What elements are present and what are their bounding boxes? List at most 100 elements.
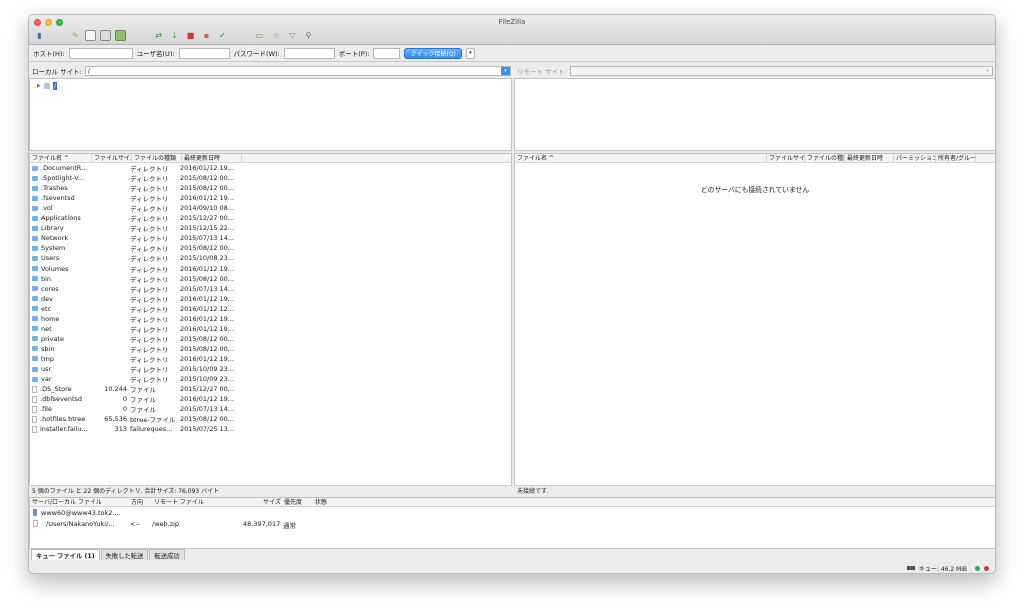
host-input[interactable] <box>68 47 133 59</box>
queue-server-row[interactable]: www60@www43.tok2.... <box>30 508 995 518</box>
table-row[interactable]: net ディレクトリ 2016/01/12 19... <box>30 324 511 334</box>
row-name: .vol <box>41 204 53 213</box>
cancel-icon[interactable]: ■ <box>185 30 196 41</box>
table-row[interactable]: installer.failu... 313 failureques... 2015/… <box>30 424 511 434</box>
disclosure-triangle-icon[interactable]: ▶ <box>37 83 41 89</box>
local-site-path[interactable]: / ▾ <box>84 66 511 76</box>
remote-tree[interactable] <box>514 78 995 151</box>
table-row[interactable]: var ディレクトリ 2015/10/09 23... <box>30 374 511 384</box>
column-filename[interactable]: ファイル名 ^ <box>30 153 92 163</box>
column-owner[interactable]: 所有者/グループ <box>936 153 976 163</box>
file-icon <box>32 425 37 433</box>
column-filesize[interactable]: ファイルサイズ <box>92 153 132 163</box>
remote-tree-icon[interactable] <box>100 30 111 41</box>
column-modified[interactable]: 最終更新日時 <box>845 153 894 163</box>
tab-successful-transfers[interactable]: 転送成功 <box>149 549 185 560</box>
filter-icon[interactable]: ▭ <box>254 30 265 41</box>
search-icon[interactable]: ⚲ <box>303 30 314 41</box>
table-row[interactable]: .vol ディレクトリ 2014/09/10 08... <box>30 203 511 213</box>
queue-icon[interactable] <box>115 30 126 41</box>
queue-tabs: キュー ファイル (1) 失敗した転送 転送成功 <box>31 549 186 561</box>
file-icon <box>33 520 38 527</box>
table-row[interactable]: private ディレクトリ 2015/08/12 00... <box>30 334 511 344</box>
column-server-local[interactable]: サーバ/ローカル ファイル <box>32 498 102 507</box>
port-input[interactable] <box>373 47 401 59</box>
row-date: 2015/12/27 00... <box>180 214 234 223</box>
tree-item-root[interactable]: ▶ / <box>37 82 58 90</box>
refresh-icon[interactable]: ⇄ <box>153 30 164 41</box>
table-row[interactable]: Applications ディレクトリ 2015/12/27 00... <box>30 213 511 223</box>
site-manager-icon[interactable]: ▮ <box>34 30 45 41</box>
process-queue-icon[interactable]: ↓ <box>169 30 180 41</box>
queue-file-row[interactable]: /Users/NakanoYuki/... <-- /web.zip 48,39… <box>30 519 995 530</box>
table-row[interactable]: .hotfiles.btree 65,536 btree-ファイル 2015/08/1… <box>30 414 511 424</box>
table-row[interactable]: Library ディレクトリ 2015/12/15 22... <box>30 223 511 233</box>
table-row[interactable]: .fseventsd ディレクトリ 2016/01/12 19... <box>30 193 511 203</box>
queue-header: サーバ/ローカル ファイル 方向 リモート ファイル サイズ 優先度 状態 <box>30 498 995 507</box>
row-date: 2015/07/25 13... <box>180 425 234 434</box>
column-filetype[interactable]: ファイルの種類 <box>805 153 845 163</box>
column-filetype[interactable]: ファイルの種類 <box>132 153 182 163</box>
table-row[interactable]: usr ディレクトリ 2015/10/09 23... <box>30 364 511 374</box>
password-input[interactable] <box>283 47 335 59</box>
remote-file-list[interactable]: ファイル名 ^ ファイルサイズ ファイルの種類 最終更新日時 パーミッション 所… <box>514 153 995 493</box>
table-row[interactable]: dev ディレクトリ 2016/01/12 19... <box>30 294 511 304</box>
row-date: 2015/08/12 00... <box>180 174 234 183</box>
local-tree[interactable]: ▶ / <box>29 78 512 151</box>
column-direction[interactable]: 方向 <box>131 498 143 507</box>
local-file-list[interactable]: ファイル名 ^ ファイルサイズ ファイルの種類 最終更新日時 .Document… <box>29 153 512 493</box>
sync-browse-icon[interactable]: ▽ <box>287 30 298 41</box>
quickconnect-button[interactable]: クイック接続(Q) <box>404 47 462 59</box>
tab-queued-files[interactable]: キュー ファイル (1) <box>31 549 100 560</box>
row-name-cell: .Spotlight-V... <box>30 174 92 182</box>
table-row[interactable]: .Spotlight-V... ディレクトリ 2015/08/12 00... <box>30 173 511 183</box>
table-row[interactable]: .DS_Store 10,244 ファイル 2015/12/27 00... <box>30 384 511 394</box>
table-row[interactable]: System ディレクトリ 2015/08/12 00... <box>30 243 511 253</box>
disconnect-icon[interactable]: ▪ <box>201 30 212 41</box>
reconnect-icon[interactable]: ✓ <box>217 30 228 41</box>
chevron-down-icon[interactable]: ▾ <box>501 67 510 75</box>
tab-failed-transfers[interactable]: 失敗した転送 <box>100 549 149 560</box>
folder-icon <box>32 215 38 221</box>
chevron-down-icon[interactable]: ▾ <box>983 67 992 75</box>
table-row[interactable]: etc ディレクトリ 2016/01/12 12... <box>30 304 511 314</box>
row-type: ディレクトリ <box>130 285 169 294</box>
tree-icon[interactable] <box>85 30 96 41</box>
table-row[interactable]: cores ディレクトリ 2015/07/13 14... <box>30 284 511 294</box>
table-row[interactable]: home ディレクトリ 2016/01/12 19... <box>30 314 511 324</box>
folder-icon <box>32 336 38 342</box>
column-size[interactable]: サイズ <box>263 498 281 507</box>
local-site-label: ローカル サイト: <box>32 68 82 76</box>
column-status[interactable]: 状態 <box>315 498 327 507</box>
remote-site-label: リモート サイト: <box>517 68 567 76</box>
row-type: ディレクトリ <box>130 255 169 264</box>
column-modified[interactable]: 最終更新日時 <box>182 153 242 163</box>
column-remote-file[interactable]: リモート ファイル <box>154 498 204 507</box>
table-row[interactable]: .dbfseventsd 0 ファイル 2016/01/12 19... <box>30 394 511 404</box>
table-row[interactable]: bin ディレクトリ 2015/08/12 00... <box>30 274 511 284</box>
row-name: .DS_Store <box>40 385 72 394</box>
row-name-cell: .hotfiles.btree <box>30 415 92 423</box>
table-row[interactable]: .file 0 ファイル 2015/07/13 14... <box>30 404 511 414</box>
quickconnect-dropdown[interactable]: ▾ <box>465 47 475 59</box>
table-row[interactable]: Network ディレクトリ 2015/07/13 14... <box>30 233 511 243</box>
log-icon[interactable]: ✎ <box>70 30 81 41</box>
table-row[interactable]: sbin ディレクトリ 2015/08/12 00... <box>30 344 511 354</box>
column-priority[interactable]: 優先度 <box>284 498 302 507</box>
table-row[interactable]: Volumes ディレクトリ 2016/01/12 19... <box>30 264 511 274</box>
column-filesize[interactable]: ファイルサイズ <box>767 153 805 163</box>
transfer-queue[interactable]: サーバ/ローカル ファイル 方向 リモート ファイル サイズ 優先度 状態 ww… <box>29 497 995 549</box>
table-row[interactable]: tmp ディレクトリ 2016/01/12 19... <box>30 354 511 364</box>
row-date: 2015/08/12 00... <box>180 184 234 193</box>
table-row[interactable]: .Trashes ディレクトリ 2015/08/12 00... <box>30 183 511 193</box>
column-permissions[interactable]: パーミッション <box>894 153 936 163</box>
quickconnect-bar: ホスト(H): ユーザ名(U): パスワード(W): ポート(P): クイック接… <box>29 45 995 62</box>
compare-icon[interactable]: ☆ <box>271 30 282 41</box>
table-row[interactable]: Users ディレクトリ 2015/10/08 23... <box>30 253 511 263</box>
row-type: ディレクトリ <box>130 185 169 194</box>
column-filename[interactable]: ファイル名 ^ <box>515 153 767 163</box>
table-row[interactable]: .DocumentR... ディレクトリ 2016/01/12 19... <box>30 163 511 173</box>
folder-icon <box>32 276 38 282</box>
user-input[interactable] <box>178 47 230 59</box>
remote-site-path[interactable]: ▾ <box>569 66 993 76</box>
